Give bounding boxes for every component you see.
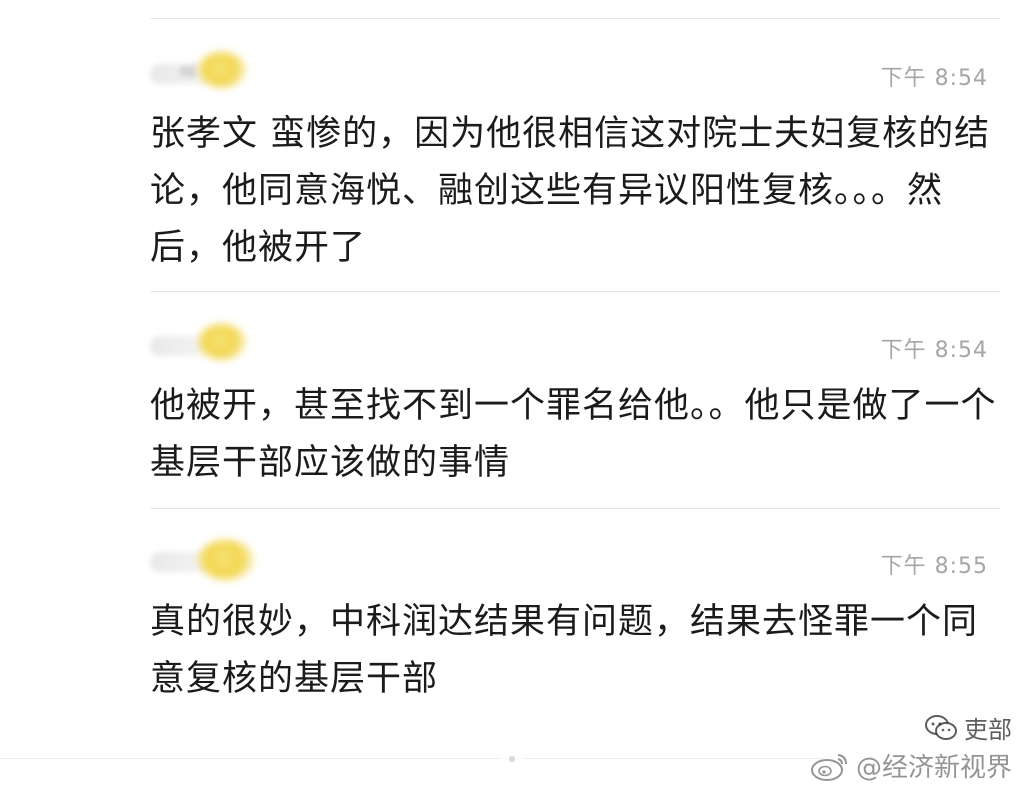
weibo-icon bbox=[810, 751, 850, 781]
avatar-blur-blob bbox=[198, 324, 246, 360]
message-divider bbox=[150, 508, 1000, 509]
message-timestamp: 下午 8:54 bbox=[880, 66, 988, 91]
watermark-account-name: 吏部 bbox=[964, 716, 1012, 744]
avatar-blur-blob bbox=[198, 540, 254, 580]
sender-name-fragment: ni bbox=[180, 61, 197, 82]
watermark-weibo-handle: @经济新视界 bbox=[855, 753, 1012, 783]
sender-avatar-blurred[interactable]: ni bbox=[150, 50, 260, 98]
chat-message[interactable]: ni 下午 8:54 张孝文 蛮惨的，因为他很相信这对院士夫妇复核的结论，他同意… bbox=[150, 50, 1000, 277]
avatar-blur-blob bbox=[198, 52, 246, 88]
message-divider bbox=[150, 291, 1000, 292]
sender-avatar-blurred[interactable] bbox=[150, 322, 260, 370]
message-text: 真的很妙，中科润达结果有问题，结果去怪罪一个同意复核的基层干部 bbox=[150, 602, 979, 699]
page-indicator-dot bbox=[509, 756, 515, 762]
wechat-icon bbox=[924, 714, 958, 742]
watermark-wechat-row: 吏部 bbox=[810, 710, 1012, 745]
watermark: 吏部 @经济新视界 bbox=[810, 710, 1012, 784]
message-header: 下午 8:54 bbox=[150, 322, 1000, 372]
bottom-divider-right bbox=[524, 758, 824, 759]
chat-message[interactable]: 下午 8:55 真的很妙，中科润达结果有问题，结果去怪罪一个同意复核的基层干部 bbox=[150, 538, 1000, 708]
top-divider bbox=[150, 18, 1000, 19]
sender-avatar-blurred[interactable] bbox=[150, 538, 260, 586]
message-timestamp: 下午 8:55 bbox=[880, 554, 988, 579]
message-header: 下午 8:55 bbox=[150, 538, 1000, 588]
message-header: ni 下午 8:54 bbox=[150, 50, 1000, 100]
watermark-weibo-row: @经济新视界 bbox=[810, 747, 1012, 784]
chat-message[interactable]: 下午 8:54 他被开，甚至找不到一个罪名给他。。他只是做了一个基层干部应该做的… bbox=[150, 322, 1000, 492]
message-text: 他被开，甚至找不到一个罪名给他。。他只是做了一个基层干部应该做的事情 bbox=[150, 386, 997, 483]
chat-feed: ni 下午 8:54 张孝文 蛮惨的，因为他很相信这对院士夫妇复核的结论，他同意… bbox=[0, 0, 1024, 790]
message-text: 张孝文 蛮惨的，因为他很相信这对院士夫妇复核的结论，他同意海悦、融创这些有异议阳… bbox=[150, 114, 991, 268]
bottom-divider-left bbox=[0, 758, 500, 759]
message-timestamp: 下午 8:54 bbox=[880, 338, 988, 363]
